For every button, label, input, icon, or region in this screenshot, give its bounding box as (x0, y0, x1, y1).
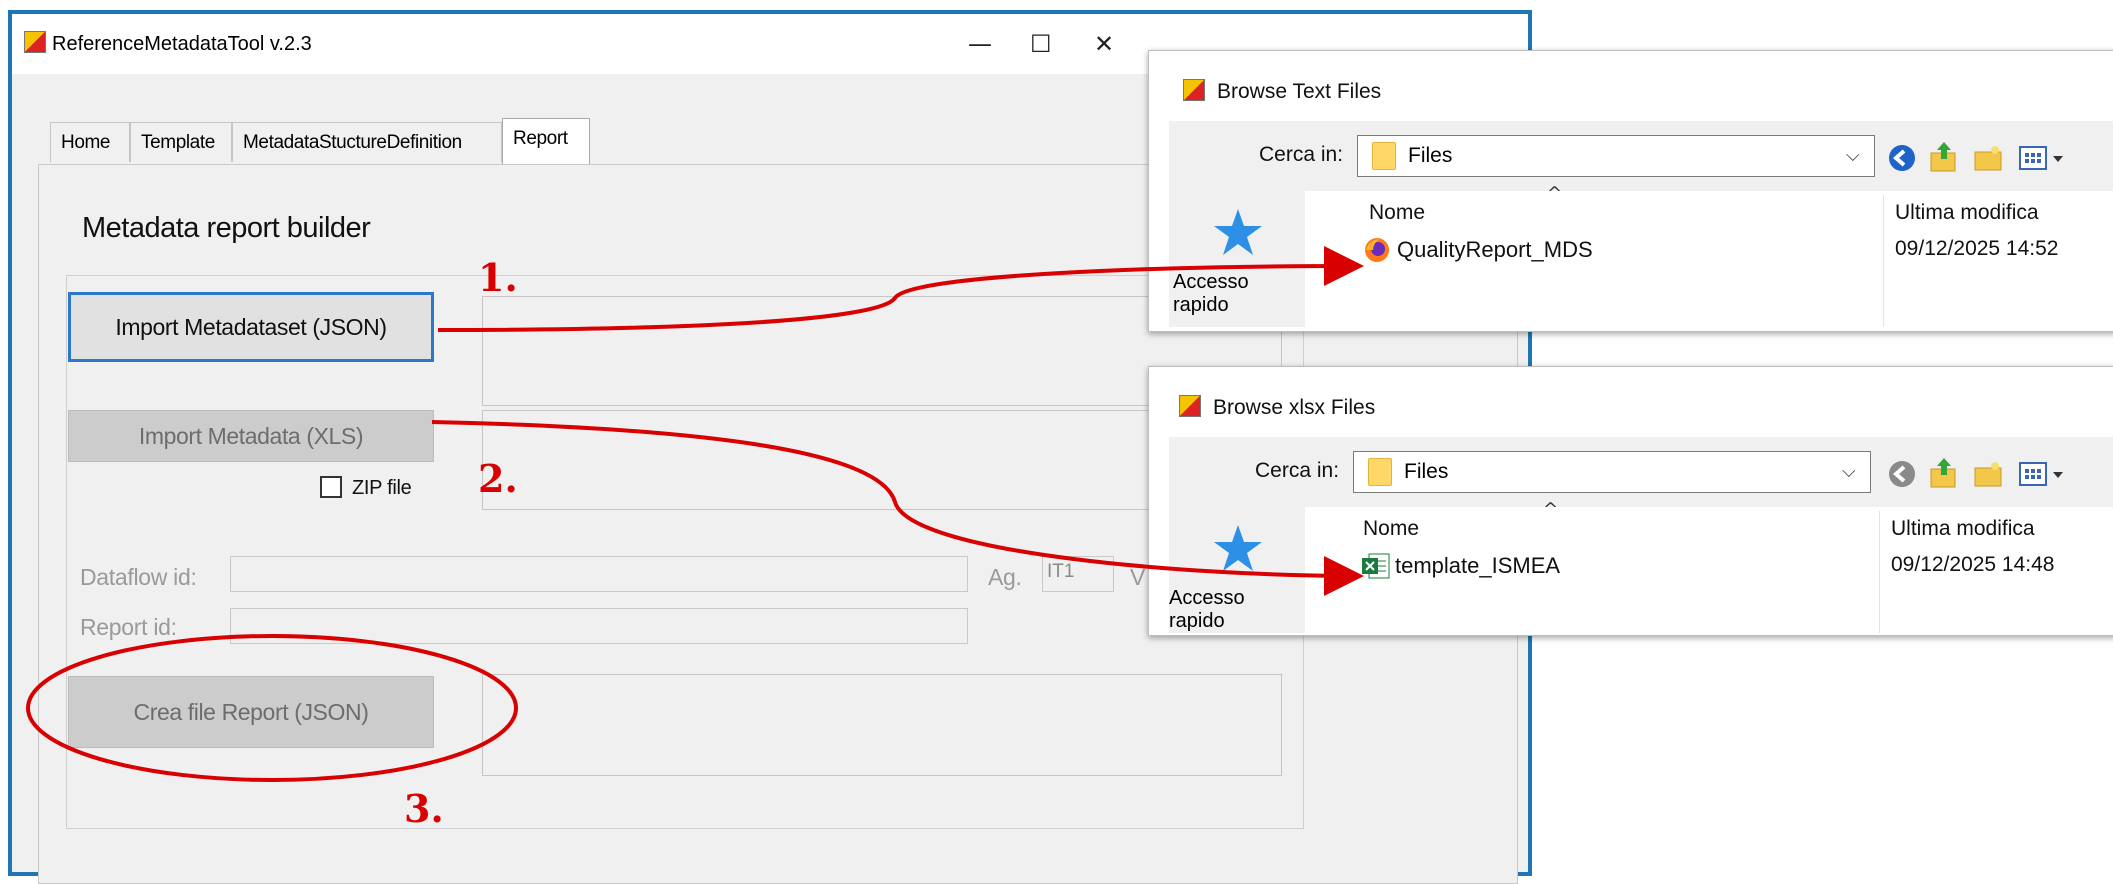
annotation-step3: 3. (404, 786, 444, 831)
highlight-ellipse-step3 (26, 634, 518, 782)
annotation-step1: 1. (478, 255, 518, 300)
annotation-step2: 2. (478, 456, 518, 501)
arrow-step1 (437, 246, 1364, 332)
arrow-step2 (431, 420, 1364, 596)
annotation-overlay (26, 246, 1364, 782)
